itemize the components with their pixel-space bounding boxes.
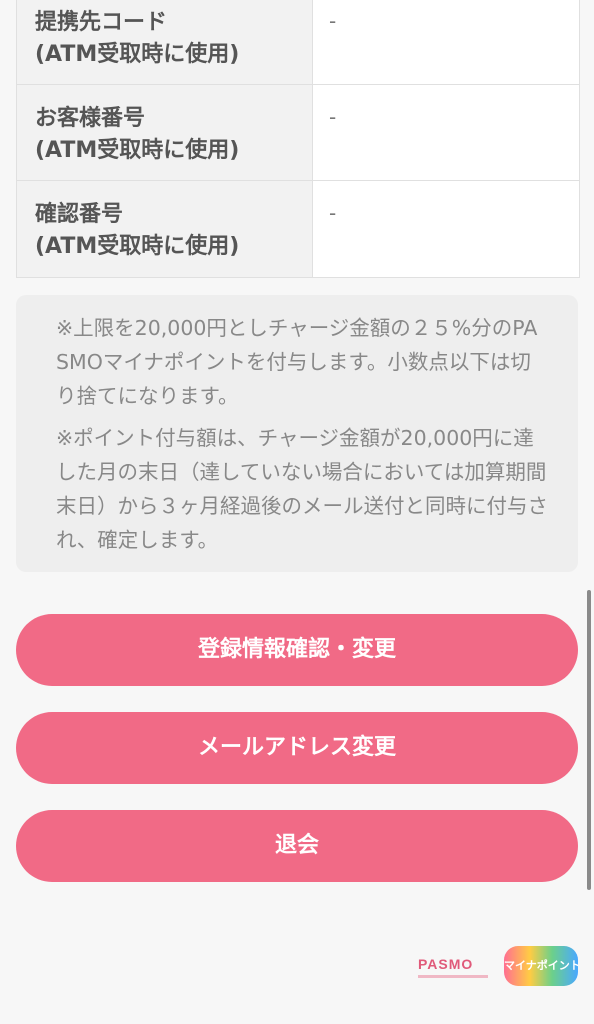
row-label: お客様番号 (ATM受取時に使用): [17, 85, 313, 180]
scrollbar[interactable]: [587, 590, 591, 890]
pasmo-logo: PASMO: [418, 956, 490, 986]
notice-text-grant: ※ポイント付与額は、チャージ金額が20,000円に達した月の末日（達していない場…: [56, 426, 548, 552]
info-table: 提携先コード (ATM受取時に使用) - お客様番号 (ATM受取時に使用) -…: [16, 0, 580, 278]
pasmo-fine-print: [418, 975, 488, 978]
row-label: 確認番号 (ATM受取時に使用): [17, 181, 313, 277]
footer-logos: PASMO マイナポイント: [418, 946, 578, 992]
email-change-button[interactable]: メールアドレス変更: [16, 712, 578, 784]
notice-text-limit: ※上限を20,000円としチャージ金額の２５%分のPASMOマイナポイントを付与…: [56, 316, 538, 408]
page: 提携先コード (ATM受取時に使用) - お客様番号 (ATM受取時に使用) -…: [0, 0, 594, 1024]
row-label-main: 確認番号: [35, 202, 124, 227]
table-row: お客様番号 (ATM受取時に使用) -: [17, 85, 579, 181]
row-label-main: 提携先コード: [35, 10, 168, 35]
row-value: -: [329, 9, 337, 33]
row-label-sub: (ATM受取時に使用): [35, 138, 240, 163]
row-label-main: お客様番号: [35, 106, 146, 131]
row-label-sub: (ATM受取時に使用): [35, 42, 240, 67]
row-label-sub: (ATM受取時に使用): [35, 234, 240, 259]
row-value: -: [329, 201, 337, 225]
notice-box: ※上限を20,000円としチャージ金額の２５%分のPASMOマイナポイントを付与…: [16, 295, 578, 572]
pasmo-logo-text: PASMO: [418, 956, 474, 972]
table-row: 確認番号 (ATM受取時に使用) -: [17, 181, 579, 277]
row-label: 提携先コード (ATM受取時に使用): [17, 0, 313, 84]
table-row: 提携先コード (ATM受取時に使用) -: [17, 0, 579, 85]
registration-info-button[interactable]: 登録情報確認・変更: [16, 614, 578, 686]
row-value: -: [329, 105, 337, 129]
withdraw-button[interactable]: 退会: [16, 810, 578, 882]
mynapoint-logo: マイナポイント: [504, 946, 578, 986]
